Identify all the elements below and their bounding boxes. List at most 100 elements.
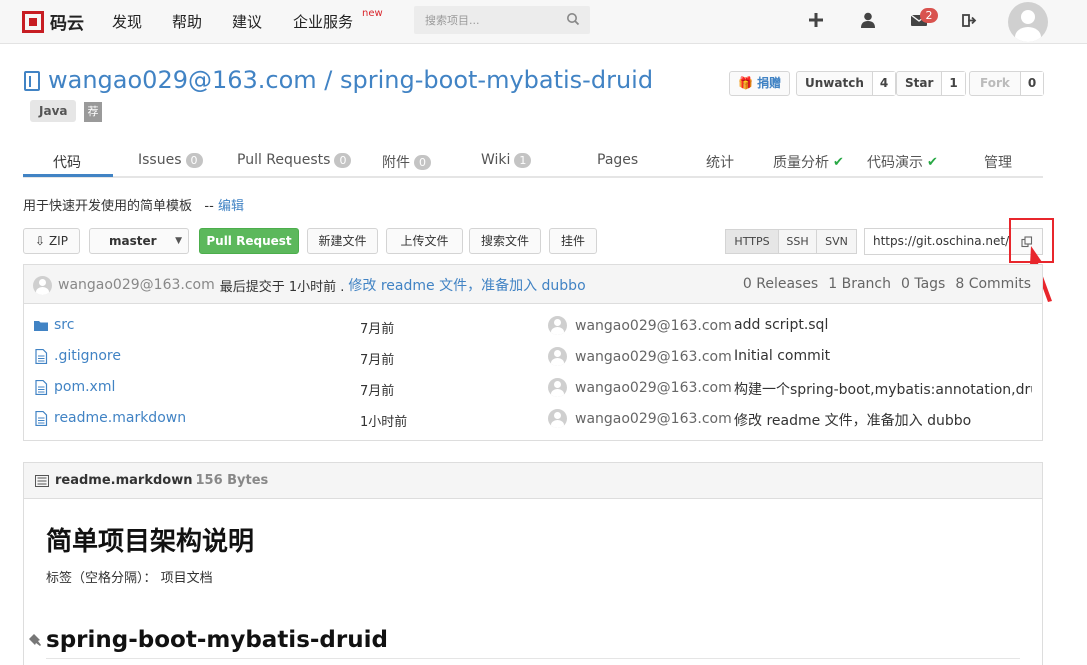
tab-stats[interactable]: 统计 [706, 152, 734, 172]
file-author[interactable]: wangao029@163.com [575, 411, 732, 427]
fork-label: Fork [980, 76, 1010, 90]
ssh-toggle[interactable]: SSH [778, 229, 817, 254]
plus-icon[interactable] [807, 11, 825, 29]
tab-quality[interactable]: 质量分析 ✔ [773, 152, 844, 172]
tab-attachments[interactable]: 附件 0 [382, 152, 431, 172]
pull-request-button[interactable]: Pull Request [199, 228, 299, 254]
file-commit-message[interactable]: 修改 readme 文件，准备加入 dubbo [734, 410, 1032, 430]
star-button[interactable]: Star 1 [896, 71, 966, 96]
recommend-tag: 荐 [84, 102, 102, 122]
donate-button[interactable]: 🎁 捐赠 [729, 71, 791, 96]
file-name-link[interactable]: .gitignore [54, 348, 121, 364]
check-icon: ✔ [833, 154, 844, 170]
edit-description-link[interactable]: 编辑 [218, 199, 244, 214]
unwatch-label: Unwatch [805, 76, 864, 90]
tab-pages[interactable]: Pages [597, 152, 638, 168]
commit-author[interactable]: wangao029@163.com [58, 277, 215, 293]
tab-wiki[interactable]: Wiki 1 [481, 152, 532, 168]
gift-icon: 🎁 [738, 76, 753, 90]
readme-heading-2: spring-boot-mybatis-druid [46, 627, 388, 653]
clone-url-field[interactable]: https://git.oschina.net/wangao029/spring… [864, 228, 1009, 255]
readme-filename[interactable]: readme.markdown [55, 473, 192, 488]
fork-button[interactable]: Fork 0 [969, 71, 1045, 96]
heading-divider [46, 658, 1020, 659]
notification-badge: 2 [920, 8, 938, 23]
branch-select[interactable]: master ▼ [89, 228, 189, 254]
file-author[interactable]: wangao029@163.com [575, 349, 732, 365]
new-badge: new [362, 8, 383, 19]
nav-suggest[interactable]: 建议 [232, 11, 262, 32]
commits-link[interactable]: 8 Commits [955, 276, 1031, 292]
file-commit-message[interactable]: 构建一个spring-boot,mybatis:annotation,druid [734, 379, 1032, 399]
file-name-link[interactable]: pom.xml [54, 379, 115, 395]
committer-avatar[interactable] [33, 275, 52, 295]
readme-panel: readme.markdown 156 Bytes 简单项目架构说明 标签（空格分… [23, 462, 1043, 665]
zip-download-button[interactable]: ⇩ ZIP [23, 228, 80, 254]
file-commit-message[interactable]: add script.sql [734, 317, 1032, 333]
check-icon: ✔ [927, 154, 938, 170]
file-name-link[interactable]: src [54, 317, 74, 333]
file-icon [35, 349, 48, 364]
active-tab-indicator [23, 174, 113, 177]
tab-issues[interactable]: Issues 0 [138, 152, 203, 168]
nav-help[interactable]: 帮助 [172, 11, 202, 32]
nav-discover[interactable]: 发现 [112, 11, 142, 32]
search-file-button[interactable]: 搜索文件 [469, 228, 541, 254]
search-icon[interactable] [566, 12, 580, 26]
nav-enterprise[interactable]: 企业服务 [293, 11, 353, 32]
attachments-count: 0 [414, 154, 431, 170]
new-file-button[interactable]: 新建文件 [307, 228, 378, 254]
file-listing: wangao029@163.com 最后提交于 1小时前 . 修改 readme… [23, 264, 1043, 441]
star-count: 1 [941, 72, 965, 95]
tags-link[interactable]: 0 Tags [901, 276, 945, 292]
readme-header: readme.markdown 156 Bytes [24, 463, 1042, 499]
donate-label: 捐赠 [757, 76, 782, 90]
file-author[interactable]: wangao029@163.com [575, 380, 732, 396]
https-toggle[interactable]: HTTPS [725, 229, 779, 254]
repo-tabs: 代码 Issues 0 Pull Requests 0 附件 0 Wiki 1 Page… [23, 147, 1043, 178]
repo-title[interactable]: wangao029@163.com / spring-boot-mybatis-… [48, 66, 653, 94]
fork-count: 0 [1019, 72, 1044, 95]
tab-admin[interactable]: 管理 [984, 152, 1012, 172]
svn-toggle[interactable]: SVN [816, 229, 857, 254]
author-avatar[interactable] [548, 347, 567, 366]
user-icon[interactable] [859, 11, 877, 29]
author-avatar[interactable] [548, 378, 567, 397]
last-commit-bar: wangao029@163.com 最后提交于 1小时前 . 修改 readme… [24, 265, 1042, 304]
description-separator: -- [204, 199, 214, 214]
pull-requests-count: 0 [334, 152, 352, 168]
tab-pull-requests[interactable]: Pull Requests 0 [237, 152, 352, 168]
file-time: 7月前 [360, 322, 395, 337]
user-avatar[interactable] [1008, 2, 1048, 42]
search-input[interactable]: 搜索项目... [414, 6, 590, 34]
language-tag[interactable]: Java [30, 100, 77, 122]
widget-button[interactable]: 挂件 [549, 228, 597, 254]
file-author[interactable]: wangao029@163.com [575, 318, 732, 334]
top-navbar: 码云 发现 帮助 建议 企业服务 new 搜索项目... 2 [0, 0, 1087, 44]
readme-size: 156 Bytes [195, 473, 269, 488]
repo-description: 用于快速开发使用的简单模板 -- 编辑 [23, 195, 244, 214]
file-row: src 7月前 wangao029@163.com add script.sql [24, 310, 1042, 341]
repo-book-icon [24, 71, 40, 91]
author-avatar[interactable] [548, 316, 567, 335]
commit-message-link[interactable]: 修改 readme 文件，准备加入 dubbo [348, 275, 585, 295]
description-text: 用于快速开发使用的简单模板 [23, 199, 193, 214]
sign-out-icon[interactable] [962, 13, 977, 28]
file-row: pom.xml 7月前 wangao029@163.com 构建一个spring… [24, 372, 1042, 403]
wiki-count: 1 [514, 152, 532, 168]
tab-code-demo[interactable]: 代码演示 ✔ [867, 152, 938, 172]
file-name-link[interactable]: readme.markdown [54, 410, 186, 426]
file-icon [35, 411, 48, 426]
file-commit-message[interactable]: Initial commit [734, 348, 1032, 364]
readme-heading-1: 简单项目架构说明 [46, 527, 255, 557]
logo[interactable]: 码云 [22, 9, 84, 34]
branches-link[interactable]: 1 Branch [828, 276, 891, 292]
file-time: 7月前 [360, 384, 395, 399]
upload-file-button[interactable]: 上传文件 [386, 228, 463, 254]
author-avatar[interactable] [548, 409, 567, 428]
file-row: readme.markdown 1小时前 wangao029@163.com 修… [24, 403, 1042, 434]
anchor-pin-icon[interactable] [29, 633, 45, 649]
releases-link[interactable]: 0 Releases [743, 276, 818, 292]
unwatch-button[interactable]: Unwatch 4 [796, 71, 897, 96]
tab-code[interactable]: 代码 [53, 152, 81, 172]
